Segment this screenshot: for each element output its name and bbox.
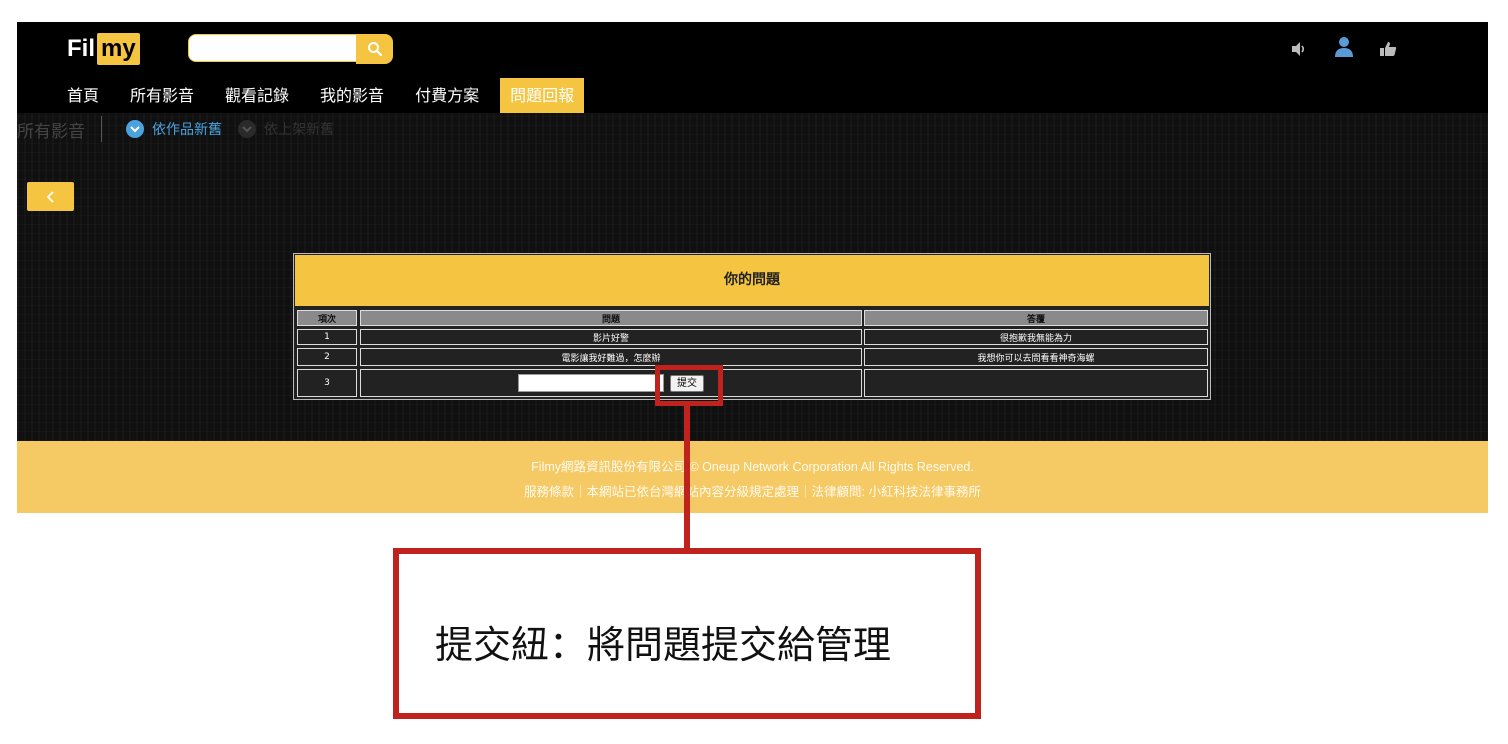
row-index: 2 [297, 348, 357, 366]
header-index: 項次 [297, 310, 357, 326]
search-bar [188, 34, 393, 64]
divider [101, 116, 102, 142]
header-question: 問題 [360, 310, 862, 326]
annotation-connector-line [684, 404, 690, 550]
chevron-down-icon [238, 120, 256, 138]
back-button[interactable] [27, 182, 74, 211]
filmy-logo[interactable]: Fil my [67, 32, 140, 66]
row-index: 3 [297, 369, 357, 397]
nav-item-home[interactable]: 首頁 [57, 78, 109, 113]
annotation-callout: 提交紐：將問題提交給管理 [393, 548, 981, 719]
search-input[interactable] [188, 34, 358, 62]
search-button[interactable] [356, 34, 393, 64]
sort-option-label: 依上架新舊 [264, 122, 334, 138]
header-answer: 答覆 [864, 310, 1208, 326]
content-area: 所有影音 依作品新舊 依上架新舊 你的問題 項次 問題 答覆 1 影片好警 很抱… [17, 113, 1488, 441]
nav-item-all-videos[interactable]: 所有影音 [120, 78, 204, 113]
nav-item-watch-history[interactable]: 觀看記錄 [215, 78, 299, 113]
questions-table: 你的問題 項次 問題 答覆 1 影片好警 很抱歉我無能為力 2 電影讓我好難過，… [293, 253, 1211, 400]
search-icon [367, 42, 382, 57]
nav-item-issue-report[interactable]: 問題回報 [500, 78, 585, 113]
sort-option-label: 依作品新舊 [152, 122, 222, 138]
chevron-down-icon [126, 120, 144, 138]
sort-bar-title: 所有影音 [17, 121, 85, 142]
user-icon[interactable] [1333, 36, 1355, 58]
footer-links: 服務條款｜本網站已依台灣網站內容分級規定處理｜法律顧問: 小紅科技法律事務所 [524, 485, 981, 499]
app-window: Fil my 首頁 所有影音 觀看記錄 我的影音 付費方案 問題回報 所有影音 … [17, 22, 1488, 513]
sort-option-by-release[interactable]: 依作品新舊 [126, 119, 222, 139]
top-header: Fil my 首頁 所有影音 觀看記錄 我的影音 付費方案 問題回報 [17, 22, 1488, 113]
speaker-icon[interactable] [1288, 38, 1310, 60]
thumbs-up-icon[interactable] [1377, 38, 1399, 60]
logo-text-fil: Fil [67, 35, 95, 62]
new-question-cell: 提交 [360, 369, 862, 397]
question-input[interactable] [518, 374, 664, 392]
footer-copyright: Filmy網路資訊股份有限公司 © Oneup Network Corporat… [531, 460, 974, 474]
row-question: 電影讓我好難過，怎麼辦 [360, 348, 862, 366]
row-answer: 我想你可以去問看看神奇海螺 [864, 348, 1208, 366]
sort-option-by-upload[interactable]: 依上架新舊 [238, 119, 334, 139]
footer: Filmy網路資訊股份有限公司 © Oneup Network Corporat… [17, 441, 1488, 513]
sort-bar: 所有影音 依作品新舊 依上架新舊 [17, 115, 350, 143]
nav-item-my-videos[interactable]: 我的影音 [310, 78, 394, 113]
row-answer [864, 369, 1208, 397]
main-nav: 首頁 所有影音 觀看記錄 我的影音 付費方案 問題回報 [57, 78, 595, 113]
callout-text: 提交紐：將問題提交給管理 [435, 623, 892, 667]
annotation-highlight-box [655, 365, 723, 406]
row-answer: 很抱歉我無能為力 [864, 329, 1208, 345]
chevron-left-icon [46, 190, 54, 203]
logo-text-my: my [97, 33, 140, 65]
nav-item-pricing[interactable]: 付費方案 [405, 78, 489, 113]
row-question: 影片好警 [360, 329, 862, 345]
row-index: 1 [297, 329, 357, 345]
table-title: 你的問題 [295, 255, 1209, 306]
